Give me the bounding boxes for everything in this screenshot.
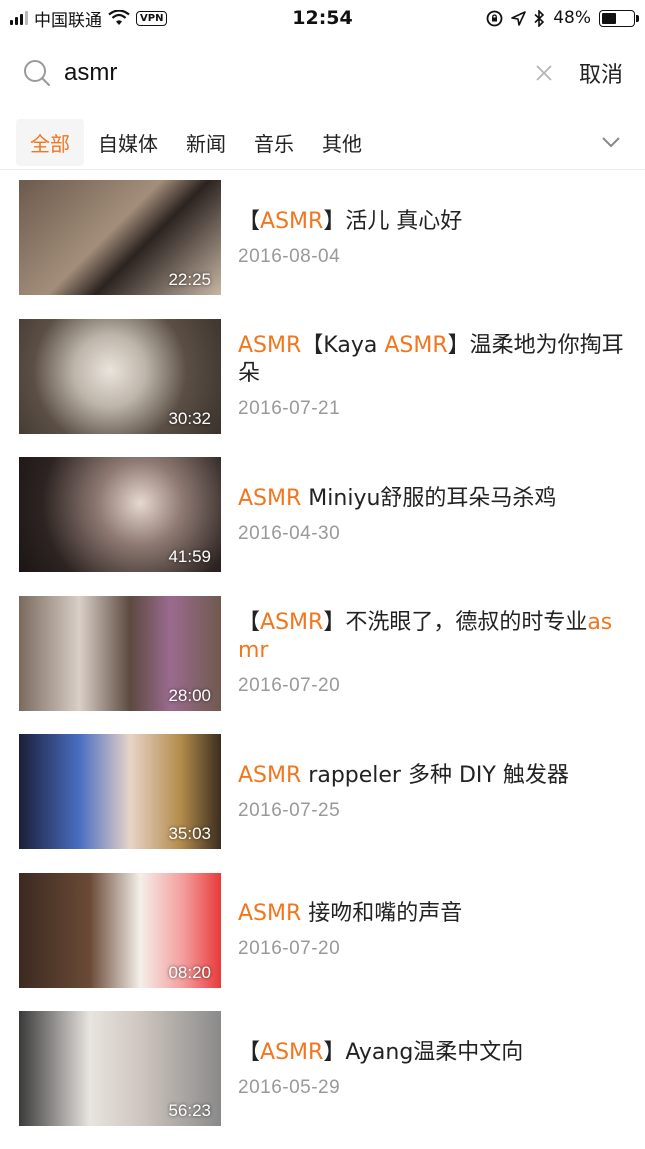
title-text: 】不洗眼了，德叔的时专业 xyxy=(323,610,588,635)
video-title[interactable]: ASMR rappeler 多种 DIY 触发器 xyxy=(238,762,633,790)
video-thumbnail[interactable]: 41:59 xyxy=(19,457,221,572)
video-duration: 30:32 xyxy=(168,408,211,428)
video-date: 2016-08-04 xyxy=(238,245,341,267)
cancel-button[interactable]: 取消 xyxy=(579,57,623,89)
list-item[interactable]: 22:25 【ASMR】活儿 真心好 2016-08-04 xyxy=(0,180,645,319)
video-date: 2016-07-20 xyxy=(238,675,341,696)
tab-news[interactable]: 新闻 xyxy=(172,119,240,166)
carrier-label: 中国联通 xyxy=(34,10,102,31)
title-keyword-highlight: ASMR xyxy=(260,208,324,234)
title-keyword-highlight: ASMR xyxy=(238,333,302,358)
video-duration: 08:20 xyxy=(168,962,211,982)
results-list: 22:25 【ASMR】活儿 真心好 2016-08-04 30:32 ASMR… xyxy=(0,180,645,1149)
title-keyword-highlight: ASMR xyxy=(238,901,302,926)
category-tabs: 全部 自媒体 新闻 音乐 其他 xyxy=(0,115,645,170)
video-thumbnail[interactable]: 30:32 xyxy=(19,318,221,434)
video-date: 2016-07-21 xyxy=(238,398,341,419)
status-left: 中国联通 VPN xyxy=(10,6,260,31)
video-thumbnail[interactable]: 28:00 xyxy=(19,595,221,711)
chevron-down-icon[interactable] xyxy=(599,130,623,154)
video-title[interactable]: ASMR Miniyu舒服的耳朵马杀鸡 xyxy=(238,485,633,513)
title-text: Miniyu舒服的耳朵马杀鸡 xyxy=(301,485,557,511)
title-text: 接吻和嘴的声音 xyxy=(301,901,463,926)
list-item[interactable]: 30:32 ASMR【Kaya ASMR】温柔地为你掏耳朵 2016-07-21 xyxy=(0,318,645,458)
list-item[interactable]: 41:59 ASMR Miniyu舒服的耳朵马杀鸡 2016-04-30 xyxy=(0,457,645,596)
title-text: 】Ayang温柔中文向 xyxy=(323,1039,524,1065)
title-keyword-highlight: ASMR xyxy=(238,485,302,511)
video-thumbnail[interactable]: 56:23 xyxy=(19,1011,221,1126)
list-item[interactable]: 35:03 ASMR rappeler 多种 DIY 触发器 2016-07-2… xyxy=(0,734,645,873)
signal-icon xyxy=(10,11,28,25)
video-duration: 56:23 xyxy=(168,1101,211,1120)
title-keyword-highlight: ASMR xyxy=(260,610,324,635)
video-title[interactable]: 【ASMR】Ayang温柔中文向 xyxy=(238,1039,633,1067)
title-keyword-highlight: ASMR xyxy=(238,762,302,788)
title-keyword-highlight: ASMR xyxy=(384,333,448,358)
video-title[interactable]: 【ASMR】不洗眼了，德叔的时专业asmr xyxy=(238,609,633,665)
search-bar: 取消 xyxy=(0,40,645,106)
video-title[interactable]: ASMR 接吻和嘴的声音 xyxy=(238,900,633,928)
video-title[interactable]: 【ASMR】活儿 真心好 xyxy=(238,208,633,236)
search-icon xyxy=(24,60,50,86)
list-item[interactable]: 08:20 ASMR 接吻和嘴的声音 2016-07-20 xyxy=(0,872,645,1012)
video-meta: ASMR【Kaya ASMR】温柔地为你掏耳朵 2016-07-21 xyxy=(238,319,633,434)
video-meta: 【ASMR】活儿 真心好 2016-08-04 xyxy=(238,180,633,295)
video-date: 2016-07-25 xyxy=(238,799,341,821)
search-input[interactable] xyxy=(64,59,533,87)
title-text: 】活儿 真心好 xyxy=(323,208,463,234)
list-item[interactable]: 28:00 【ASMR】不洗眼了，德叔的时专业asmr 2016-07-20 xyxy=(0,595,645,735)
video-duration: 22:25 xyxy=(168,270,211,289)
video-thumbnail[interactable]: 08:20 xyxy=(19,872,221,988)
title-keyword-highlight: ASMR xyxy=(260,1039,324,1065)
video-title[interactable]: ASMR【Kaya ASMR】温柔地为你掏耳朵 xyxy=(238,332,633,388)
tab-music[interactable]: 音乐 xyxy=(240,119,308,166)
bluetooth-icon xyxy=(534,9,545,27)
battery-percent: 48% xyxy=(553,8,591,28)
video-duration: 35:03 xyxy=(168,824,211,843)
vpn-badge: VPN xyxy=(136,10,168,26)
video-meta: ASMR rappeler 多种 DIY 触发器 2016-07-25 xyxy=(238,734,633,849)
status-bar: 中国联通 VPN 12:54 48% xyxy=(0,0,645,36)
video-date: 2016-04-30 xyxy=(238,522,341,544)
clear-icon[interactable] xyxy=(533,62,555,84)
title-text: 【 xyxy=(238,1039,261,1065)
wifi-icon xyxy=(108,10,130,25)
video-thumbnail[interactable]: 22:25 xyxy=(19,180,221,295)
title-text: rappeler 多种 DIY 触发器 xyxy=(301,762,569,788)
video-meta: ASMR 接吻和嘴的声音 2016-07-20 xyxy=(238,873,633,988)
video-thumbnail[interactable]: 35:03 xyxy=(19,734,221,849)
video-date: 2016-05-29 xyxy=(238,1076,341,1098)
title-text: 【 xyxy=(238,610,261,635)
list-item[interactable]: 56:23 【ASMR】Ayang温柔中文向 2016-05-29 xyxy=(0,1011,645,1149)
orientation-lock-icon xyxy=(486,10,503,26)
tab-all[interactable]: 全部 xyxy=(16,118,84,166)
video-meta: 【ASMR】不洗眼了，德叔的时专业asmr 2016-07-20 xyxy=(238,596,633,711)
location-icon xyxy=(511,10,527,26)
status-right: 48% xyxy=(486,8,639,28)
title-text: 【Kaya xyxy=(301,333,385,358)
video-meta: ASMR Miniyu舒服的耳朵马杀鸡 2016-04-30 xyxy=(238,457,633,572)
video-duration: 41:59 xyxy=(168,547,211,566)
tab-other[interactable]: 其他 xyxy=(308,119,376,166)
video-duration: 28:00 xyxy=(168,685,211,705)
video-date: 2016-07-20 xyxy=(238,938,341,959)
video-meta: 【ASMR】Ayang温柔中文向 2016-05-29 xyxy=(238,1011,633,1126)
tab-we-media[interactable]: 自媒体 xyxy=(84,119,172,166)
title-text: 【 xyxy=(238,208,261,234)
battery-icon xyxy=(599,9,639,27)
